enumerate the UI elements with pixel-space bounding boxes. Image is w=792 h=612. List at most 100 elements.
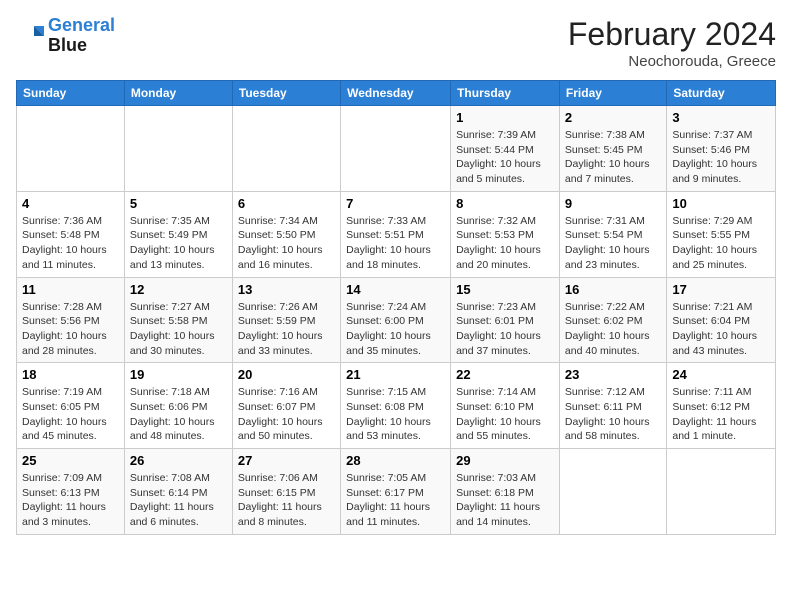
day-number: 9 [565, 196, 661, 211]
week-row-4: 18 Sunrise: 7:19 AM Sunset: 6:05 PM Dayli… [17, 363, 776, 449]
calendar-cell: 15 Sunrise: 7:23 AM Sunset: 6:01 PM Dayli… [451, 277, 560, 363]
day-number: 11 [22, 282, 119, 297]
month-title: February 2024 [568, 16, 776, 53]
day-info: Sunrise: 7:28 AM Sunset: 5:56 PM Dayligh… [22, 300, 119, 359]
day-number: 13 [238, 282, 335, 297]
location-subtitle: Neochorouda, Greece [568, 53, 776, 70]
calendar-cell: 18 Sunrise: 7:19 AM Sunset: 6:05 PM Dayli… [17, 363, 125, 449]
weekday-header-thursday: Thursday [451, 81, 560, 106]
day-number: 10 [672, 196, 770, 211]
logo-blue: Blue [48, 35, 87, 55]
title-block: February 2024 Neochorouda, Greece [568, 16, 776, 70]
day-info: Sunrise: 7:23 AM Sunset: 6:01 PM Dayligh… [456, 300, 554, 359]
calendar-cell: 10 Sunrise: 7:29 AM Sunset: 5:55 PM Dayli… [667, 191, 776, 277]
day-info: Sunrise: 7:19 AM Sunset: 6:05 PM Dayligh… [22, 385, 119, 444]
day-number: 6 [238, 196, 335, 211]
logo-general: General [48, 15, 115, 35]
day-info: Sunrise: 7:36 AM Sunset: 5:48 PM Dayligh… [22, 214, 119, 273]
weekday-header-row: SundayMondayTuesdayWednesdayThursdayFrid… [17, 81, 776, 106]
day-info: Sunrise: 7:27 AM Sunset: 5:58 PM Dayligh… [130, 300, 227, 359]
day-number: 23 [565, 367, 661, 382]
calendar-cell: 23 Sunrise: 7:12 AM Sunset: 6:11 PM Dayli… [559, 363, 666, 449]
weekday-header-wednesday: Wednesday [341, 81, 451, 106]
calendar-cell: 27Sunrise: 7:06 AM Sunset: 6:15 PM Dayli… [232, 449, 340, 535]
calendar-cell: 12Sunrise: 7:27 AM Sunset: 5:58 PM Dayli… [124, 277, 232, 363]
day-number: 1 [456, 110, 554, 125]
calendar-cell [124, 106, 232, 192]
calendar-cell: 24Sunrise: 7:11 AM Sunset: 6:12 PM Dayli… [667, 363, 776, 449]
day-number: 19 [130, 367, 227, 382]
day-number: 15 [456, 282, 554, 297]
weekday-header-sunday: Sunday [17, 81, 125, 106]
day-number: 21 [346, 367, 445, 382]
calendar-cell [232, 106, 340, 192]
day-number: 27 [238, 453, 335, 468]
day-info: Sunrise: 7:03 AM Sunset: 6:18 PM Dayligh… [456, 471, 554, 530]
day-info: Sunrise: 7:08 AM Sunset: 6:14 PM Dayligh… [130, 471, 227, 530]
day-number: 25 [22, 453, 119, 468]
calendar-cell: 4 Sunrise: 7:36 AM Sunset: 5:48 PM Daylig… [17, 191, 125, 277]
day-number: 28 [346, 453, 445, 468]
day-info: Sunrise: 7:39 AM Sunset: 5:44 PM Dayligh… [456, 128, 554, 187]
day-number: 8 [456, 196, 554, 211]
day-number: 24 [672, 367, 770, 382]
day-info: Sunrise: 7:12 AM Sunset: 6:11 PM Dayligh… [565, 385, 661, 444]
weekday-header-friday: Friday [559, 81, 666, 106]
day-number: 16 [565, 282, 661, 297]
calendar-cell [17, 106, 125, 192]
calendar-cell [559, 449, 666, 535]
weekday-header-monday: Monday [124, 81, 232, 106]
calendar-cell: 19 Sunrise: 7:18 AM Sunset: 6:06 PM Dayli… [124, 363, 232, 449]
calendar-cell: 20 Sunrise: 7:16 AM Sunset: 6:07 PM Dayli… [232, 363, 340, 449]
day-info: Sunrise: 7:34 AM Sunset: 5:50 PM Dayligh… [238, 214, 335, 273]
calendar-cell: 21 Sunrise: 7:15 AM Sunset: 6:08 PM Dayli… [341, 363, 451, 449]
day-info: Sunrise: 7:05 AM Sunset: 6:17 PM Dayligh… [346, 471, 445, 530]
day-info: Sunrise: 7:38 AM Sunset: 5:45 PM Dayligh… [565, 128, 661, 187]
calendar-cell: 3Sunrise: 7:37 AM Sunset: 5:46 PM Daylig… [667, 106, 776, 192]
calendar-cell: 16 Sunrise: 7:22 AM Sunset: 6:02 PM Dayli… [559, 277, 666, 363]
day-info: Sunrise: 7:22 AM Sunset: 6:02 PM Dayligh… [565, 300, 661, 359]
day-info: Sunrise: 7:29 AM Sunset: 5:55 PM Dayligh… [672, 214, 770, 273]
logo-icon [16, 22, 44, 50]
day-info: Sunrise: 7:24 AM Sunset: 6:00 PM Dayligh… [346, 300, 445, 359]
day-number: 20 [238, 367, 335, 382]
day-info: Sunrise: 7:21 AM Sunset: 6:04 PM Dayligh… [672, 300, 770, 359]
day-info: Sunrise: 7:26 AM Sunset: 5:59 PM Dayligh… [238, 300, 335, 359]
day-info: Sunrise: 7:18 AM Sunset: 6:06 PM Dayligh… [130, 385, 227, 444]
day-number: 4 [22, 196, 119, 211]
calendar-cell: 25 Sunrise: 7:09 AM Sunset: 6:13 PM Dayli… [17, 449, 125, 535]
calendar-cell: 17 Sunrise: 7:21 AM Sunset: 6:04 PM Dayli… [667, 277, 776, 363]
calendar-cell: 1 Sunrise: 7:39 AM Sunset: 5:44 PM Daylig… [451, 106, 560, 192]
calendar-cell: 28 Sunrise: 7:05 AM Sunset: 6:17 PM Dayli… [341, 449, 451, 535]
calendar-cell [341, 106, 451, 192]
day-number: 26 [130, 453, 227, 468]
calendar-cell: 11 Sunrise: 7:28 AM Sunset: 5:56 PM Dayli… [17, 277, 125, 363]
day-number: 2 [565, 110, 661, 125]
calendar-cell: 9Sunrise: 7:31 AM Sunset: 5:54 PM Daylig… [559, 191, 666, 277]
day-info: Sunrise: 7:14 AM Sunset: 6:10 PM Dayligh… [456, 385, 554, 444]
day-info: Sunrise: 7:09 AM Sunset: 6:13 PM Dayligh… [22, 471, 119, 530]
day-number: 14 [346, 282, 445, 297]
day-number: 18 [22, 367, 119, 382]
day-info: Sunrise: 7:15 AM Sunset: 6:08 PM Dayligh… [346, 385, 445, 444]
day-info: Sunrise: 7:32 AM Sunset: 5:53 PM Dayligh… [456, 214, 554, 273]
day-number: 22 [456, 367, 554, 382]
day-number: 17 [672, 282, 770, 297]
weekday-header-saturday: Saturday [667, 81, 776, 106]
week-row-1: 1 Sunrise: 7:39 AM Sunset: 5:44 PM Daylig… [17, 106, 776, 192]
day-number: 7 [346, 196, 445, 211]
page-header: General Blue February 2024 Neochorouda, … [16, 16, 776, 70]
calendar-cell: 7 Sunrise: 7:33 AM Sunset: 5:51 PM Daylig… [341, 191, 451, 277]
calendar-cell: 5Sunrise: 7:35 AM Sunset: 5:49 PM Daylig… [124, 191, 232, 277]
week-row-3: 11 Sunrise: 7:28 AM Sunset: 5:56 PM Dayli… [17, 277, 776, 363]
day-info: Sunrise: 7:33 AM Sunset: 5:51 PM Dayligh… [346, 214, 445, 273]
calendar-cell: 2 Sunrise: 7:38 AM Sunset: 5:45 PM Daylig… [559, 106, 666, 192]
day-number: 5 [130, 196, 227, 211]
day-info: Sunrise: 7:16 AM Sunset: 6:07 PM Dayligh… [238, 385, 335, 444]
calendar-cell: 6 Sunrise: 7:34 AM Sunset: 5:50 PM Daylig… [232, 191, 340, 277]
calendar-cell: 14 Sunrise: 7:24 AM Sunset: 6:00 PM Dayli… [341, 277, 451, 363]
weekday-header-tuesday: Tuesday [232, 81, 340, 106]
calendar-table: SundayMondayTuesdayWednesdayThursdayFrid… [16, 80, 776, 535]
calendar-cell: 13 Sunrise: 7:26 AM Sunset: 5:59 PM Dayli… [232, 277, 340, 363]
calendar-cell: 26 Sunrise: 7:08 AM Sunset: 6:14 PM Dayli… [124, 449, 232, 535]
